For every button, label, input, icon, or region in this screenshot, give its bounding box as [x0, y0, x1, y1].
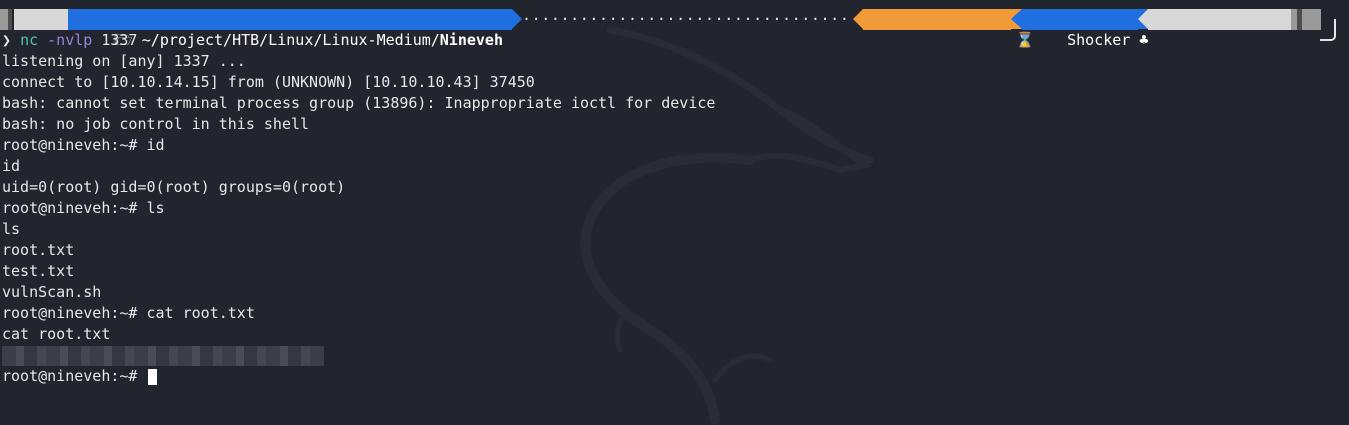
took-label: took 6m 36s [907, 31, 1007, 49]
prompt-corner-decoration [1320, 19, 1336, 41]
text-cursor[interactable] [147, 368, 157, 385]
context-segment: Shocker ♣ [1022, 9, 1148, 49]
directory-segment: 🗁 ~/project/HTB/Linux/Linux-Medium/Ninev… [68, 9, 512, 49]
output-line: bash: no job control in this shell [2, 115, 310, 133]
output-line: root@nineveh:~# ls [2, 199, 165, 217]
output-line: root.txt [2, 241, 75, 259]
command-port: 1337 [101, 31, 138, 49]
time-segment: at 20:18:11 ⊙ [1148, 9, 1305, 49]
output-line: test.txt [2, 262, 75, 280]
time-label: at 20:18:11 [1187, 31, 1287, 49]
command-line: ❯ nc -nvlp 1337 [2, 30, 715, 51]
prompt-left-edge-inner [8, 9, 12, 30]
took-segment-arrow [853, 9, 863, 29]
redacted-line [2, 345, 715, 366]
output-line: listening on [any] 1337 ... [2, 52, 246, 70]
user-segment-arrow [1011, 9, 1022, 29]
output-line: cat root.txt [2, 325, 111, 343]
output-line: connect to [10.10.14.15] from (UNKNOWN) … [2, 73, 535, 91]
final-prompt-line[interactable]: root@nineveh:~# [2, 366, 715, 387]
prompt-filler-dots: ········································… [522, 10, 850, 28]
club-icon: ♣ [1139, 31, 1149, 49]
prompt-right-edge [1291, 9, 1321, 30]
command-duration-segment: took 6m 36s ⌛ [863, 9, 1034, 49]
output-line: bash: cannot set terminal process group … [2, 94, 716, 112]
redacted-flag-block [2, 345, 324, 366]
directory-segment-arrow [512, 9, 522, 29]
output-line: uid=0(root) gid=0(root) groups=0(root) [2, 178, 346, 196]
os-segment: ᗣ [14, 9, 68, 49]
terminal-output[interactable]: ❯ nc -nvlp 1337 listening on [any] 1337 … [2, 30, 715, 387]
output-line: id [2, 157, 21, 175]
final-prompt: root@nineveh:~# [2, 367, 147, 385]
command-program: nc [20, 31, 39, 49]
output-line: vulnScan.sh [2, 283, 102, 301]
clock-icon: ⊙ [1295, 31, 1305, 49]
output-line: root@nineveh:~# cat root.txt [2, 304, 255, 322]
output-line: ls [2, 220, 21, 238]
prompt-right-edge-inner [1297, 9, 1302, 30]
prompt-arrow: ❯ [2, 31, 12, 49]
context-label: Shocker [1067, 31, 1131, 49]
output-line: root@nineveh:~# id [2, 136, 165, 154]
command-flag: -nvlp [47, 31, 93, 49]
time-segment-arrow [1138, 9, 1148, 29]
prompt-bar: ᗣ 🗁 ~/project/HTB/Linux/Linux-Medium/Nin… [0, 9, 1349, 49]
